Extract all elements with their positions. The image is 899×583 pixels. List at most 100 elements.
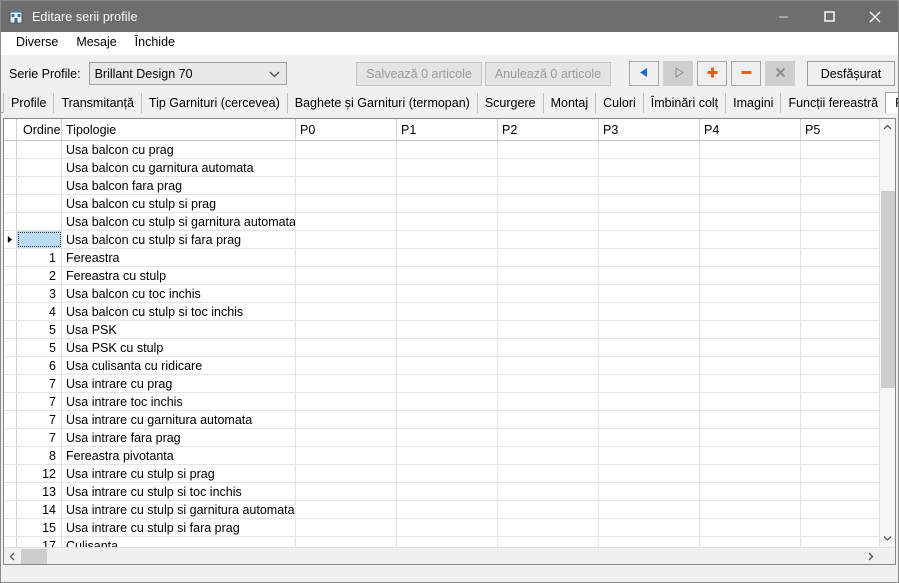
tab-montaj[interactable]: Montaj (542, 93, 597, 113)
menu-item-mesaje[interactable]: Mesaje (67, 33, 125, 53)
cell-p0[interactable] (296, 447, 397, 464)
column-header-p4[interactable]: P4 (700, 119, 801, 140)
cell-tipologie[interactable]: Fereastra pivotanta (62, 447, 296, 464)
cancel-edit-button[interactable] (765, 61, 795, 86)
cell-p3[interactable] (599, 411, 700, 428)
tab-tip-garnituri-cercevea[interactable]: Tip Garnituri (cercevea) (140, 93, 288, 113)
row-indicator[interactable] (4, 195, 17, 212)
cell-p3[interactable] (599, 375, 700, 392)
cell-ordine[interactable]: 3 (17, 285, 62, 302)
vertical-scroll-thumb[interactable] (881, 191, 895, 389)
next-record-button[interactable] (663, 61, 693, 86)
row-indicator[interactable] (4, 321, 17, 338)
cell-p3[interactable] (599, 483, 700, 500)
cell-tipologie[interactable]: Usa PSK (62, 321, 296, 338)
cell-ordine[interactable]: 4 (17, 303, 62, 320)
cell-p4[interactable] (700, 429, 801, 446)
cell-ordine[interactable]: 14 (17, 501, 62, 518)
cell-tipologie[interactable]: Usa intrare cu stulp si toc inchis (62, 483, 296, 500)
row-indicator[interactable] (4, 285, 17, 302)
cell-p4[interactable] (700, 357, 801, 374)
cell-p4[interactable] (700, 375, 801, 392)
cell-p5[interactable] (801, 303, 879, 320)
cell-p0[interactable] (296, 357, 397, 374)
cell-p1[interactable] (397, 249, 498, 266)
cell-p4[interactable] (700, 411, 801, 428)
column-header-p1[interactable]: P1 (397, 119, 498, 140)
cell-p5[interactable] (801, 285, 879, 302)
cell-p2[interactable] (498, 141, 599, 158)
row-indicator[interactable] (4, 501, 17, 518)
cell-tipologie[interactable]: Fereastra (62, 249, 296, 266)
row-indicator[interactable] (4, 483, 17, 500)
row-indicator[interactable] (4, 393, 17, 410)
cell-ordine[interactable] (17, 213, 62, 230)
cell-p2[interactable] (498, 393, 599, 410)
cell-tipologie[interactable]: Usa culisanta cu ridicare (62, 357, 296, 374)
cell-p2[interactable] (498, 537, 599, 547)
chevron-down-icon[interactable] (880, 530, 895, 547)
cell-p1[interactable] (397, 465, 498, 482)
table-row[interactable]: Usa balcon cu stulp si garnitura automat… (4, 213, 879, 231)
row-indicator[interactable] (4, 249, 17, 266)
cell-p5[interactable] (801, 231, 879, 248)
grid-horizontal-scrollbar[interactable] (4, 547, 895, 564)
cell-p5[interactable] (801, 357, 879, 374)
cell-tipologie[interactable]: Usa intrare cu stulp si prag (62, 465, 296, 482)
cell-p2[interactable] (498, 339, 599, 356)
cell-tipologie[interactable]: Usa intrare cu stulp si fara prag (62, 519, 296, 536)
column-header-p0[interactable]: P0 (296, 119, 397, 140)
cell-p0[interactable] (296, 195, 397, 212)
cell-tipologie[interactable]: Usa balcon cu stulp si prag (62, 195, 296, 212)
prev-record-button[interactable] (629, 61, 659, 86)
table-row[interactable]: 17 Culisanta (4, 537, 879, 547)
cell-tipologie[interactable]: Usa balcon cu stulp si garnitura automat… (62, 213, 296, 230)
cell-tipologie[interactable]: Usa balcon fara prag (62, 177, 296, 194)
cell-ordine[interactable]: 7 (17, 411, 62, 428)
cell-p3[interactable] (599, 465, 700, 482)
cell-p4[interactable] (700, 519, 801, 536)
cell-tipologie[interactable]: Usa balcon cu stulp si toc inchis (62, 303, 296, 320)
cell-p5[interactable] (801, 177, 879, 194)
cell-ordine[interactable]: 5 (17, 321, 62, 338)
column-header-ordine[interactable]: Ordine (17, 119, 62, 140)
cell-p2[interactable] (498, 519, 599, 536)
cell-p4[interactable] (700, 447, 801, 464)
cell-p3[interactable] (599, 213, 700, 230)
table-row[interactable]: 5 Usa PSK (4, 321, 879, 339)
row-indicator[interactable] (4, 537, 17, 547)
tab-functii-fereastra[interactable]: Funcții fereastră (780, 93, 887, 113)
row-indicator[interactable] (4, 339, 17, 356)
cell-p1[interactable] (397, 375, 498, 392)
serie-profile-select[interactable]: Brillant Design 70 (88, 62, 287, 85)
cell-p3[interactable] (599, 501, 700, 518)
table-row[interactable]: Usa balcon cu prag (4, 141, 879, 159)
cell-tipologie[interactable]: Culisanta (62, 537, 296, 547)
cell-ordine[interactable]: 2 (17, 267, 62, 284)
cell-p1[interactable] (397, 285, 498, 302)
table-row[interactable]: Usa balcon fara prag (4, 177, 879, 195)
tab-profile[interactable]: Profile (3, 93, 55, 113)
cell-tipologie[interactable]: Usa balcon cu prag (62, 141, 296, 158)
cell-ordine[interactable]: 1 (17, 249, 62, 266)
table-row[interactable]: 8 Fereastra pivotanta (4, 447, 879, 465)
cell-p5[interactable] (801, 501, 879, 518)
table-row[interactable]: 2 Fereastra cu stulp (4, 267, 879, 285)
cell-p4[interactable] (700, 195, 801, 212)
cell-p1[interactable] (397, 231, 498, 248)
tab-culori[interactable]: Culori (595, 93, 644, 113)
column-header-tipologie[interactable]: Tipologie (62, 119, 296, 140)
cell-p3[interactable] (599, 195, 700, 212)
cell-tipologie[interactable]: Usa intrare cu garnitura automata (62, 411, 296, 428)
row-indicator[interactable] (4, 375, 17, 392)
cell-p0[interactable] (296, 141, 397, 158)
table-row[interactable]: 1 Fereastra (4, 249, 879, 267)
cell-p2[interactable] (498, 159, 599, 176)
cell-p0[interactable] (296, 429, 397, 446)
cell-p0[interactable] (296, 321, 397, 338)
maximize-icon[interactable] (806, 1, 852, 32)
cell-p1[interactable] (397, 177, 498, 194)
cell-p2[interactable] (498, 465, 599, 482)
row-indicator[interactable] (4, 411, 17, 428)
tab-imagini[interactable]: Imagini (725, 93, 782, 113)
